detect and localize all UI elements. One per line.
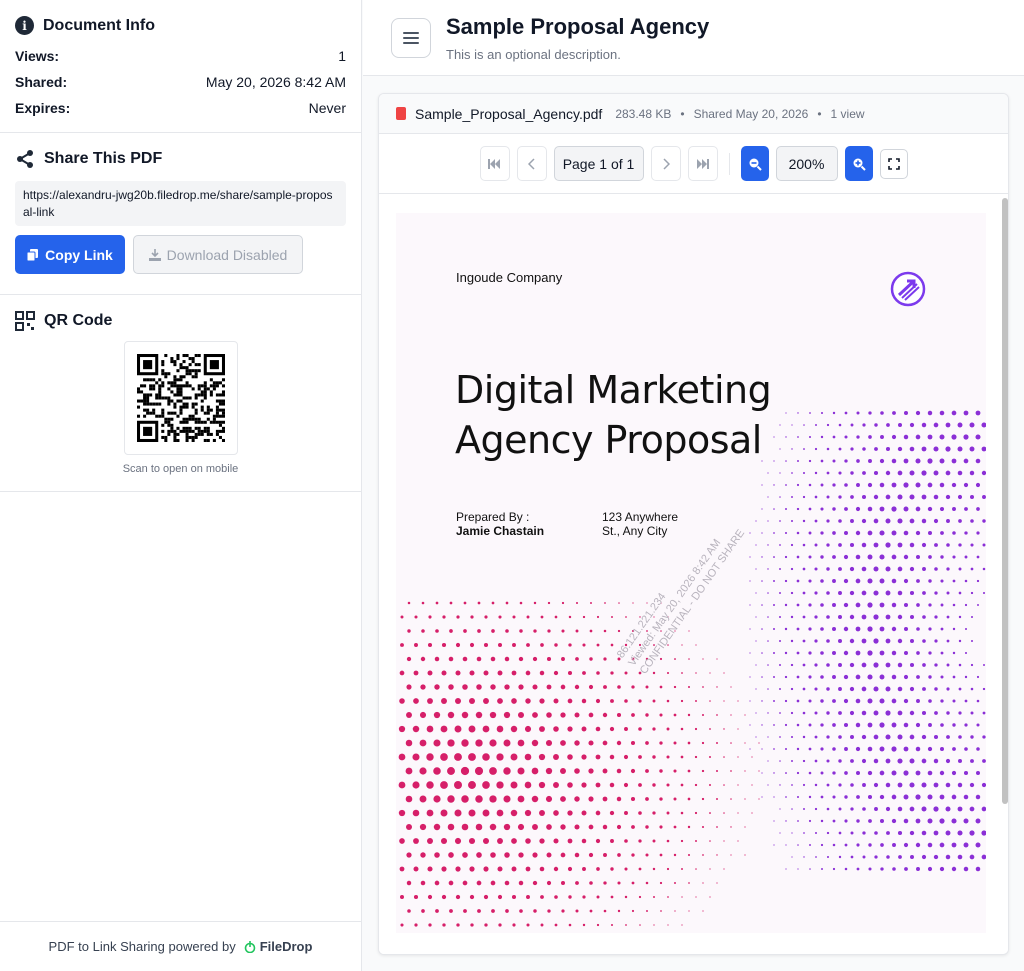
fullscreen-icon bbox=[887, 157, 900, 170]
next-page-button[interactable] bbox=[650, 146, 681, 181]
file-name: Sample_Proposal_Agency.pdf bbox=[415, 105, 603, 122]
file-info-bar: Sample_Proposal_Agency.pdf 283.48 KB • S… bbox=[379, 94, 1008, 134]
footer-text: PDF to Link Sharing powered by bbox=[48, 939, 236, 954]
zoom-in-button[interactable] bbox=[844, 146, 873, 181]
document-title-line-2: Agency Proposal bbox=[455, 418, 762, 462]
expires-label: Expires: bbox=[15, 100, 71, 116]
page-indicator[interactable]: Page 1 of 1 bbox=[553, 146, 644, 181]
share-url-field[interactable]: https://alexandru-jwg20b.filedrop.me/sha… bbox=[15, 181, 346, 226]
file-size: 283.48 KB bbox=[615, 106, 672, 121]
company-logo-icon bbox=[890, 271, 926, 307]
sidebar-footer: PDF to Link Sharing powered by FileDrop bbox=[0, 921, 361, 971]
file-views: 1 view bbox=[830, 106, 865, 121]
prepared-by-name: Jamie Chastain bbox=[456, 524, 545, 538]
document-title-line-1: Digital Marketing bbox=[455, 368, 772, 412]
zoom-out-icon bbox=[749, 158, 762, 171]
expires-value: Never bbox=[308, 100, 346, 116]
pdf-viewport[interactable]: Ingoude Company Digital Marketing Agency… bbox=[379, 194, 1008, 954]
page-header: Sample Proposal Agency This is an option… bbox=[363, 0, 1024, 76]
chevron-right-icon bbox=[662, 157, 670, 170]
views-row: Views: 1 bbox=[15, 48, 346, 64]
shared-label: Shared: bbox=[15, 74, 68, 90]
expires-row: Expires: Never bbox=[15, 100, 346, 116]
document-info-header: i Document Info bbox=[15, 16, 346, 35]
qr-code-image bbox=[123, 341, 238, 455]
dot-separator-1: • bbox=[680, 106, 685, 121]
pdf-viewer-card: Sample_Proposal_Agency.pdf 283.48 KB • S… bbox=[378, 93, 1009, 955]
download-disabled-button[interactable]: Download Disabled bbox=[133, 235, 303, 274]
company-name: Ingoude Company bbox=[456, 270, 563, 285]
qr-wrapper: Scan to open on mobile bbox=[15, 341, 346, 491]
qr-code-graphic bbox=[136, 354, 225, 442]
download-label: Download Disabled bbox=[166, 246, 288, 263]
zoom-level[interactable]: 200% bbox=[775, 146, 838, 181]
vertical-scrollbar[interactable] bbox=[1002, 198, 1008, 804]
document-info-title: Document Info bbox=[43, 16, 155, 34]
previous-page-button[interactable] bbox=[516, 146, 547, 181]
fullscreen-button[interactable] bbox=[879, 148, 908, 179]
document-title: Digital Marketing Agency Proposal bbox=[455, 365, 772, 465]
file-shared-date: Shared May 20, 2026 bbox=[693, 106, 809, 121]
download-icon bbox=[148, 248, 161, 261]
copy-icon bbox=[27, 248, 39, 261]
hamburger-icon bbox=[403, 32, 419, 44]
qr-code-icon bbox=[15, 311, 35, 331]
shared-value: May 20, 2026 8:42 AM bbox=[205, 74, 346, 90]
views-value: 1 bbox=[338, 48, 346, 64]
zoom-in-icon bbox=[853, 158, 866, 171]
qr-caption: Scan to open on mobile bbox=[122, 463, 239, 475]
footer-brand-link[interactable]: FileDrop bbox=[260, 939, 313, 954]
pdf-file-icon bbox=[396, 107, 406, 120]
viewer-toolbar: Page 1 of 1 200% bbox=[379, 134, 1008, 194]
last-page-button[interactable] bbox=[687, 146, 718, 181]
last-page-icon bbox=[697, 158, 709, 169]
copy-link-button[interactable]: Copy Link bbox=[15, 235, 125, 274]
zoom-out-button[interactable] bbox=[740, 146, 769, 181]
dot-separator-2: • bbox=[817, 106, 822, 121]
toolbar-divider bbox=[728, 152, 730, 175]
share-icon bbox=[17, 150, 33, 168]
menu-button[interactable] bbox=[391, 18, 431, 58]
views-label: Views: bbox=[15, 48, 60, 64]
qr-header: QR Code bbox=[15, 311, 346, 331]
sidebar: i Document Info Views: 1 Shared: May 20,… bbox=[0, 0, 362, 971]
share-title: Share This PDF bbox=[44, 150, 163, 167]
first-page-button[interactable] bbox=[479, 146, 510, 181]
filedrop-logo-icon bbox=[244, 940, 256, 953]
qr-section: QR Code Scan to open on mobile bbox=[0, 295, 361, 492]
chevron-left-icon bbox=[527, 157, 535, 170]
shared-row: Shared: May 20, 2026 8:42 AM bbox=[15, 74, 346, 90]
page-title: Sample Proposal Agency bbox=[446, 14, 710, 39]
first-page-icon bbox=[488, 158, 500, 169]
copy-link-label: Copy Link bbox=[45, 246, 113, 263]
share-header: Share This PDF bbox=[15, 149, 346, 169]
page-description: This is an optional description. bbox=[446, 47, 621, 62]
address-line-2: St., Any City bbox=[602, 524, 668, 538]
address-line-1: 123 Anywhere bbox=[602, 510, 679, 524]
share-buttons: Copy Link Download Disabled bbox=[15, 235, 346, 274]
pdf-page: Ingoude Company Digital Marketing Agency… bbox=[396, 213, 986, 933]
info-icon: i bbox=[15, 16, 34, 35]
qr-title: QR Code bbox=[44, 312, 113, 329]
share-section: Share This PDF https://alexandru-jwg20b.… bbox=[0, 133, 361, 295]
prepared-by-label: Prepared By : bbox=[456, 510, 530, 524]
document-info-section: i Document Info Views: 1 Shared: May 20,… bbox=[0, 0, 361, 133]
